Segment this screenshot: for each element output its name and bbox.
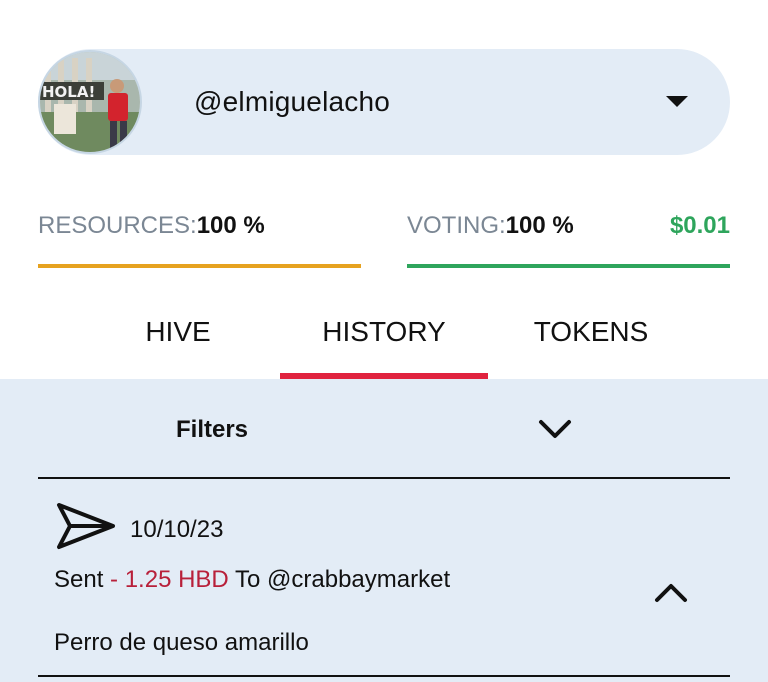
tab-hive[interactable]: HIVE xyxy=(90,316,266,348)
voting-bar xyxy=(407,264,730,268)
voting-stat: VOTING:100 % xyxy=(407,212,574,240)
resources-stat: RESOURCES:100 % xyxy=(38,212,265,240)
resources-bar xyxy=(38,264,361,268)
transaction-amount: - 1.25 HBD xyxy=(110,566,229,593)
transaction-summary: Sent - 1.25 HBD To @crabbaymarket xyxy=(54,566,450,594)
voting-value: 100 % xyxy=(505,212,574,239)
transaction-to-label: To xyxy=(235,566,261,593)
resources-label: RESOURCES: xyxy=(38,212,197,239)
vote-value: $0.01 xyxy=(669,212,730,239)
avatar-photo: HOLA! xyxy=(40,52,140,152)
transaction-recipient[interactable]: @crabbaymarket xyxy=(267,566,450,593)
transaction-date: 10/10/23 xyxy=(130,516,224,543)
avatar-text: HOLA! xyxy=(42,83,95,101)
username[interactable]: @elmiguelacho xyxy=(194,86,390,118)
divider xyxy=(38,675,730,677)
tab-tokens[interactable]: TOKENS xyxy=(500,316,682,348)
avatar: HOLA! xyxy=(38,50,142,154)
filters-label[interactable]: Filters xyxy=(176,416,248,444)
transaction-type: Sent xyxy=(54,566,104,593)
resources-value: 100 % xyxy=(196,212,265,239)
transaction-memo: Perro de queso amarillo xyxy=(54,629,309,656)
divider xyxy=(38,477,730,479)
send-icon xyxy=(57,503,115,549)
caret-down-icon[interactable] xyxy=(666,96,688,107)
chevron-up-icon[interactable] xyxy=(654,582,688,604)
chevron-down-icon[interactable] xyxy=(538,418,572,440)
tab-history[interactable]: HISTORY xyxy=(280,316,488,348)
voting-label: VOTING: xyxy=(407,212,506,239)
